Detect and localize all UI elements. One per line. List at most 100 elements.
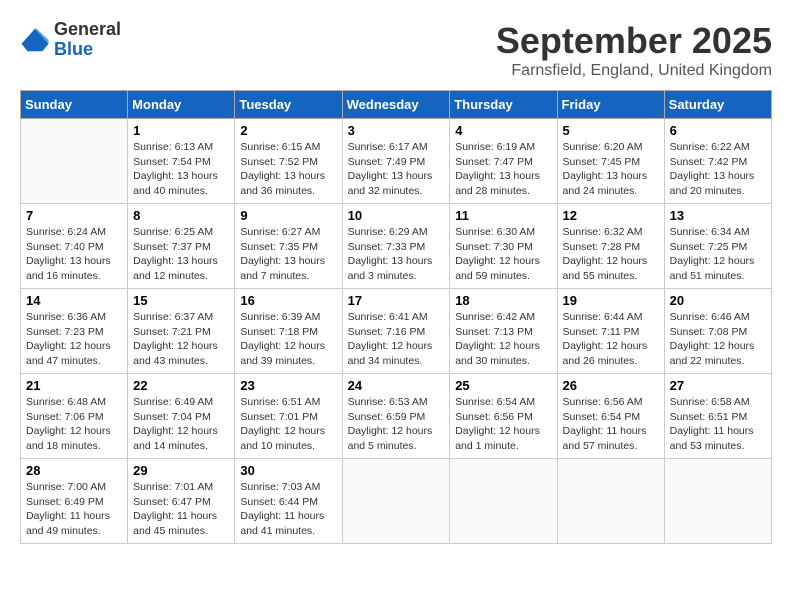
calendar-cell bbox=[664, 459, 771, 544]
day-info: Sunrise: 6:25 AM Sunset: 7:37 PM Dayligh… bbox=[133, 225, 229, 284]
logo-general: General bbox=[54, 19, 121, 39]
day-number: 19 bbox=[563, 293, 659, 308]
day-info: Sunrise: 6:20 AM Sunset: 7:45 PM Dayligh… bbox=[563, 140, 659, 199]
day-number: 23 bbox=[240, 378, 336, 393]
location: Farnsfield, England, United Kingdom bbox=[496, 62, 772, 80]
day-number: 21 bbox=[26, 378, 122, 393]
day-info: Sunrise: 7:01 AM Sunset: 6:47 PM Dayligh… bbox=[133, 480, 229, 539]
day-info: Sunrise: 6:34 AM Sunset: 7:25 PM Dayligh… bbox=[670, 225, 766, 284]
day-info: Sunrise: 6:13 AM Sunset: 7:54 PM Dayligh… bbox=[133, 140, 229, 199]
calendar-cell: 18 Sunrise: 6:42 AM Sunset: 7:13 PM Dayli… bbox=[450, 289, 557, 374]
calendar-cell: 29 Sunrise: 7:01 AM Sunset: 6:47 PM Dayli… bbox=[128, 459, 235, 544]
logo-blue: Blue bbox=[54, 39, 93, 59]
calendar-cell: 17Sunrise: 6:41 AM Sunset: 7:16 PM Dayli… bbox=[342, 289, 450, 374]
calendar-cell: 8 Sunrise: 6:25 AM Sunset: 7:37 PM Daylig… bbox=[128, 204, 235, 289]
header-row: SundayMondayTuesdayWednesdayThursdayFrid… bbox=[21, 91, 772, 119]
day-info: Sunrise: 6:49 AM Sunset: 7:04 PM Dayligh… bbox=[133, 395, 229, 454]
day-info: Sunrise: 6:19 AM Sunset: 7:47 PM Dayligh… bbox=[455, 140, 551, 199]
calendar-cell: 23Sunrise: 6:51 AM Sunset: 7:01 PM Dayli… bbox=[235, 374, 342, 459]
day-number: 7 bbox=[26, 208, 122, 223]
day-info: Sunrise: 7:03 AM Sunset: 6:44 PM Dayligh… bbox=[240, 480, 336, 539]
day-number: 4 bbox=[455, 123, 551, 138]
day-number: 20 bbox=[670, 293, 766, 308]
calendar-cell: 13 Sunrise: 6:34 AM Sunset: 7:25 PM Dayli… bbox=[664, 204, 771, 289]
day-info: Sunrise: 6:41 AM Sunset: 7:16 PM Dayligh… bbox=[348, 310, 445, 369]
day-number: 15 bbox=[133, 293, 229, 308]
calendar-cell: 16Sunrise: 6:39 AM Sunset: 7:18 PM Dayli… bbox=[235, 289, 342, 374]
day-info: Sunrise: 6:15 AM Sunset: 7:52 PM Dayligh… bbox=[240, 140, 336, 199]
calendar-cell: 30 Sunrise: 7:03 AM Sunset: 6:44 PM Dayli… bbox=[235, 459, 342, 544]
header-day-wednesday: Wednesday bbox=[342, 91, 450, 119]
week-row-4: 21 Sunrise: 6:48 AM Sunset: 7:06 PM Dayli… bbox=[21, 374, 772, 459]
day-info: Sunrise: 6:17 AM Sunset: 7:49 PM Dayligh… bbox=[348, 140, 445, 199]
calendar-cell: 6Sunrise: 6:22 AM Sunset: 7:42 PM Daylig… bbox=[664, 119, 771, 204]
day-info: Sunrise: 6:42 AM Sunset: 7:13 PM Dayligh… bbox=[455, 310, 551, 369]
header-day-tuesday: Tuesday bbox=[235, 91, 342, 119]
day-info: Sunrise: 6:29 AM Sunset: 7:33 PM Dayligh… bbox=[348, 225, 445, 284]
calendar-cell: 3 Sunrise: 6:17 AM Sunset: 7:49 PM Daylig… bbox=[342, 119, 450, 204]
calendar-cell: 25Sunrise: 6:54 AM Sunset: 6:56 PM Dayli… bbox=[450, 374, 557, 459]
day-number: 1 bbox=[133, 123, 229, 138]
day-number: 14 bbox=[26, 293, 122, 308]
day-info: Sunrise: 6:46 AM Sunset: 7:08 PM Dayligh… bbox=[670, 310, 766, 369]
day-info: Sunrise: 6:32 AM Sunset: 7:28 PM Dayligh… bbox=[563, 225, 659, 284]
calendar-cell: 15Sunrise: 6:37 AM Sunset: 7:21 PM Dayli… bbox=[128, 289, 235, 374]
day-info: Sunrise: 6:22 AM Sunset: 7:42 PM Dayligh… bbox=[670, 140, 766, 199]
logo: General Blue bbox=[20, 20, 121, 60]
calendar-cell: 5 Sunrise: 6:20 AM Sunset: 7:45 PM Daylig… bbox=[557, 119, 664, 204]
calendar-cell: 11Sunrise: 6:30 AM Sunset: 7:30 PM Dayli… bbox=[450, 204, 557, 289]
day-number: 8 bbox=[133, 208, 229, 223]
day-number: 2 bbox=[240, 123, 336, 138]
calendar-cell: 22 Sunrise: 6:49 AM Sunset: 7:04 PM Dayli… bbox=[128, 374, 235, 459]
calendar-cell: 24 Sunrise: 6:53 AM Sunset: 6:59 PM Dayli… bbox=[342, 374, 450, 459]
calendar-header: SundayMondayTuesdayWednesdayThursdayFrid… bbox=[21, 91, 772, 119]
day-number: 5 bbox=[563, 123, 659, 138]
day-number: 13 bbox=[670, 208, 766, 223]
day-number: 29 bbox=[133, 463, 229, 478]
day-number: 26 bbox=[563, 378, 659, 393]
day-info: Sunrise: 6:27 AM Sunset: 7:35 PM Dayligh… bbox=[240, 225, 336, 284]
day-number: 3 bbox=[348, 123, 445, 138]
day-number: 11 bbox=[455, 208, 551, 223]
calendar-cell: 27 Sunrise: 6:58 AM Sunset: 6:51 PM Dayli… bbox=[664, 374, 771, 459]
calendar-cell: 4 Sunrise: 6:19 AM Sunset: 7:47 PM Daylig… bbox=[450, 119, 557, 204]
calendar-cell: 28Sunrise: 7:00 AM Sunset: 6:49 PM Dayli… bbox=[21, 459, 128, 544]
calendar-cell: 9 Sunrise: 6:27 AM Sunset: 7:35 PM Daylig… bbox=[235, 204, 342, 289]
day-number: 24 bbox=[348, 378, 445, 393]
week-row-3: 14 Sunrise: 6:36 AM Sunset: 7:23 PM Dayli… bbox=[21, 289, 772, 374]
day-number: 12 bbox=[563, 208, 659, 223]
day-number: 10 bbox=[348, 208, 445, 223]
day-number: 16 bbox=[240, 293, 336, 308]
day-number: 22 bbox=[133, 378, 229, 393]
day-number: 27 bbox=[670, 378, 766, 393]
day-number: 30 bbox=[240, 463, 336, 478]
day-number: 28 bbox=[26, 463, 122, 478]
day-number: 9 bbox=[240, 208, 336, 223]
calendar-cell: 10 Sunrise: 6:29 AM Sunset: 7:33 PM Dayli… bbox=[342, 204, 450, 289]
day-info: Sunrise: 6:53 AM Sunset: 6:59 PM Dayligh… bbox=[348, 395, 445, 454]
header-day-friday: Friday bbox=[557, 91, 664, 119]
calendar-cell bbox=[342, 459, 450, 544]
header-day-thursday: Thursday bbox=[450, 91, 557, 119]
calendar-cell: 19Sunrise: 6:44 AM Sunset: 7:11 PM Dayli… bbox=[557, 289, 664, 374]
calendar-cell bbox=[21, 119, 128, 204]
week-row-5: 28Sunrise: 7:00 AM Sunset: 6:49 PM Dayli… bbox=[21, 459, 772, 544]
week-row-2: 7Sunrise: 6:24 AM Sunset: 7:40 PM Daylig… bbox=[21, 204, 772, 289]
logo-icon bbox=[20, 25, 50, 55]
calendar-cell: 7Sunrise: 6:24 AM Sunset: 7:40 PM Daylig… bbox=[21, 204, 128, 289]
calendar-cell: 20 Sunrise: 6:46 AM Sunset: 7:08 PM Dayli… bbox=[664, 289, 771, 374]
calendar-body: 1 Sunrise: 6:13 AM Sunset: 7:54 PM Daylig… bbox=[21, 119, 772, 544]
header-day-sunday: Sunday bbox=[21, 91, 128, 119]
day-info: Sunrise: 6:48 AM Sunset: 7:06 PM Dayligh… bbox=[26, 395, 122, 454]
calendar-cell bbox=[557, 459, 664, 544]
week-row-1: 1 Sunrise: 6:13 AM Sunset: 7:54 PM Daylig… bbox=[21, 119, 772, 204]
calendar-cell: 21 Sunrise: 6:48 AM Sunset: 7:06 PM Dayli… bbox=[21, 374, 128, 459]
calendar-cell: 12 Sunrise: 6:32 AM Sunset: 7:28 PM Dayli… bbox=[557, 204, 664, 289]
day-number: 18 bbox=[455, 293, 551, 308]
day-info: Sunrise: 6:36 AM Sunset: 7:23 PM Dayligh… bbox=[26, 310, 122, 369]
page-header: General Blue September 2025 Farnsfield, … bbox=[20, 20, 772, 80]
day-info: Sunrise: 6:58 AM Sunset: 6:51 PM Dayligh… bbox=[670, 395, 766, 454]
calendar-cell: 2 Sunrise: 6:15 AM Sunset: 7:52 PM Daylig… bbox=[235, 119, 342, 204]
day-info: Sunrise: 6:56 AM Sunset: 6:54 PM Dayligh… bbox=[563, 395, 659, 454]
title-block: September 2025 Farnsfield, England, Unit… bbox=[496, 20, 772, 80]
